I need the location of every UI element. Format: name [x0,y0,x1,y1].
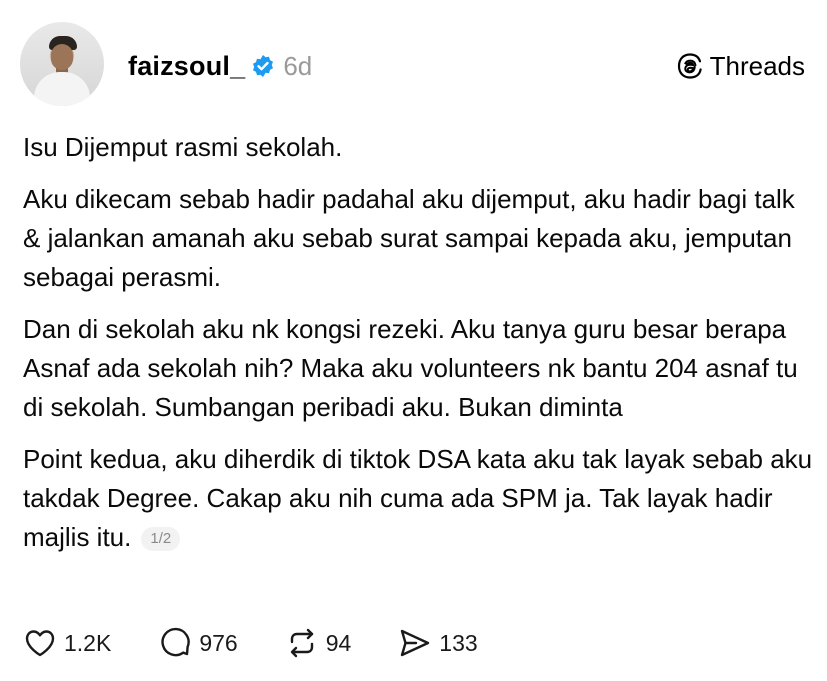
reply-count: 976 [199,629,238,656]
like-button[interactable]: 1.2K [22,625,111,661]
post-paragraph: Dan di sekolah aku nk kongsi rezeki. Aku… [23,314,798,422]
send-icon [401,629,430,657]
verified-badge-icon [253,55,274,77]
heart-icon [25,630,55,657]
comment-icon [161,627,191,657]
like-count: 1.2K [64,629,112,656]
post-paragraph-last: Point kedua, aku diherdik di tiktok DSA … [23,440,813,557]
repost-count: 94 [325,629,352,656]
repost-icon [290,628,313,658]
avatar[interactable] [20,22,104,106]
username[interactable]: faizsoul_ [128,51,245,82]
threads-brand[interactable]: Threads [676,48,805,84]
avatar-face [51,44,73,70]
threads-label: Threads [709,50,805,81]
repost-button[interactable]: 94 [284,625,352,661]
post-header: faizsoul_ 6d [128,46,312,86]
thread-pager[interactable]: 1/2 [141,527,181,551]
share-count: 133 [439,629,478,656]
post-paragraph: Isu Dijemput rasmi sekolah. [23,132,343,162]
post-paragraph: Aku dikecam sebab hadir padahal aku dije… [23,184,795,292]
threads-logo-icon [677,53,702,79]
post-body: Isu Dijemput rasmi sekolah. Aku dikecam … [23,128,813,570]
share-button[interactable]: 133 [397,625,478,661]
action-bar: 1.2K 976 94 133 [22,622,524,664]
avatar-shirt [34,72,90,106]
post-time: 6d [283,50,313,81]
reply-button[interactable]: 976 [157,625,238,661]
